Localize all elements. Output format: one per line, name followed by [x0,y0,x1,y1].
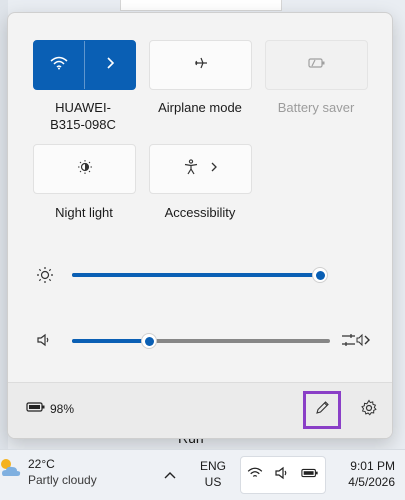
show-hidden-icons-button[interactable] [164,466,176,482]
quick-settings-flyout: HUAWEI- B315-098C Airplane mode Battery … [7,12,393,439]
language-indicator[interactable]: ENG US [200,458,226,490]
clock-time: 9:01 PM [350,459,395,473]
speaker-icon [36,333,52,352]
airplane-mode-label: Airplane mode [158,100,242,115]
chevron-up-icon [164,466,176,482]
wifi-tile [33,40,136,90]
clock-date: 4/5/2026 [348,475,395,489]
brightness-icon [36,266,54,289]
tray-battery-icon [301,466,319,484]
wifi-tile-label: HUAWEI- B315-098C [28,99,138,133]
weather-text: 22°C Partly cloudy [28,456,97,488]
chevron-right-icon [105,56,115,75]
accessibility-tile[interactable] [149,144,252,194]
battery-icon [26,401,46,416]
clock[interactable]: 9:01 PM 4/5/2026 [335,458,395,490]
quick-settings-main: HUAWEI- B315-098C Airplane mode Battery … [8,13,392,383]
edit-quick-settings-button[interactable] [303,391,341,429]
volume-slider-thumb[interactable] [141,333,158,349]
battery-percentage: 98% [50,401,75,416]
settings-button[interactable] [356,397,382,423]
weather-condition: Partly cloudy [28,473,97,487]
language-line1: ENG [200,459,227,473]
brightness-slider-thumb[interactable] [312,267,328,283]
volume-slider-fill [72,339,150,343]
background-window [120,0,282,11]
airplane-icon [193,55,209,76]
tray-wifi-icon [247,466,263,484]
wifi-toggle-button[interactable] [34,41,84,89]
night-light-tile[interactable] [33,144,136,194]
wifi-icon [50,56,68,75]
volume-slider-track[interactable] [72,333,330,349]
pencil-icon [314,400,330,421]
tray-speaker-icon [274,466,290,485]
taskbar: 22°C Partly cloudy ENG US 9:01 PM 4/5/20… [0,449,405,500]
battery-saver-label: Battery saver [277,100,355,115]
battery-status[interactable]: 98% [26,401,74,416]
night-light-icon [77,159,93,180]
battery-saver-icon [307,56,326,74]
system-tray-quick-settings-button[interactable] [240,456,326,494]
accessibility-label: Accessibility [164,205,236,220]
night-light-label: Night light [55,205,113,220]
brightness-slider-track[interactable] [72,267,328,283]
wifi-networks-button[interactable] [84,41,135,89]
wifi-label-line1: HUAWEI- [55,100,111,115]
battery-saver-tile[interactable] [265,40,368,90]
language-line2: US [204,475,222,489]
accessibility-icon [184,158,198,180]
brightness-slider-fill [72,273,320,277]
weather-icon [0,456,22,485]
accessibility-chevron-icon [210,160,218,178]
airplane-mode-tile[interactable] [149,40,252,90]
wifi-label-line2: B315-098C [50,117,116,132]
weather-widget[interactable]: 22°C Partly cloudy [0,456,97,488]
quick-settings-footer: 98% [8,382,392,438]
gear-icon [360,399,378,422]
audio-output-icon[interactable] [341,331,371,354]
weather-temperature: 22°C [28,457,55,471]
